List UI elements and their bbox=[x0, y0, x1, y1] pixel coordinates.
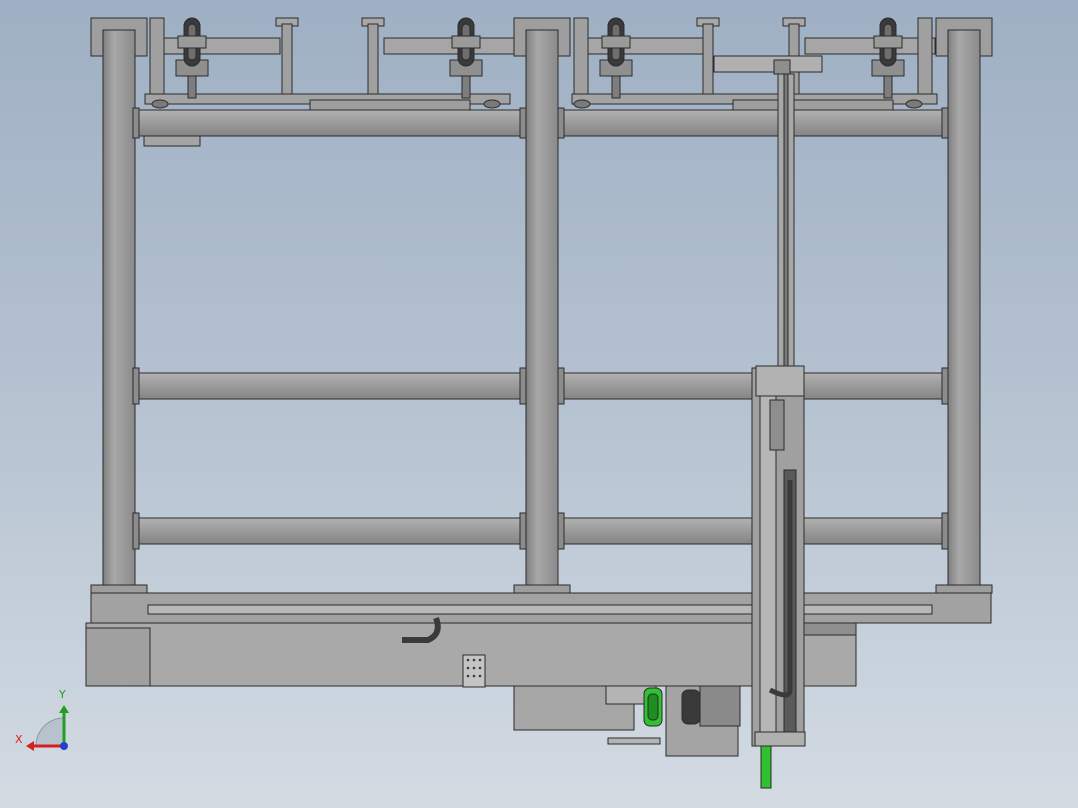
drive-unit bbox=[513, 685, 741, 757]
vertical-lift-axis bbox=[751, 73, 806, 789]
cad-viewport[interactable] bbox=[0, 0, 1078, 808]
triad-z-origin bbox=[60, 742, 68, 750]
triad-x-arrow bbox=[26, 741, 34, 751]
tool-tip bbox=[760, 745, 772, 789]
triad-arc bbox=[35, 717, 65, 747]
triad-y-label: Y bbox=[59, 688, 66, 701]
axis-triad bbox=[26, 705, 69, 751]
base-rail bbox=[147, 604, 933, 615]
lower-beam-left bbox=[135, 517, 527, 545]
middle-beam-left bbox=[135, 372, 527, 400]
column-right bbox=[947, 29, 981, 593]
triad-y-arrow bbox=[59, 705, 69, 713]
top-beam-right bbox=[557, 109, 949, 137]
column-center bbox=[525, 29, 559, 593]
column-left bbox=[102, 29, 136, 593]
triad-x-label: X bbox=[15, 733, 23, 746]
gantry-frame bbox=[85, 17, 993, 789]
top-beam-left bbox=[135, 109, 527, 137]
